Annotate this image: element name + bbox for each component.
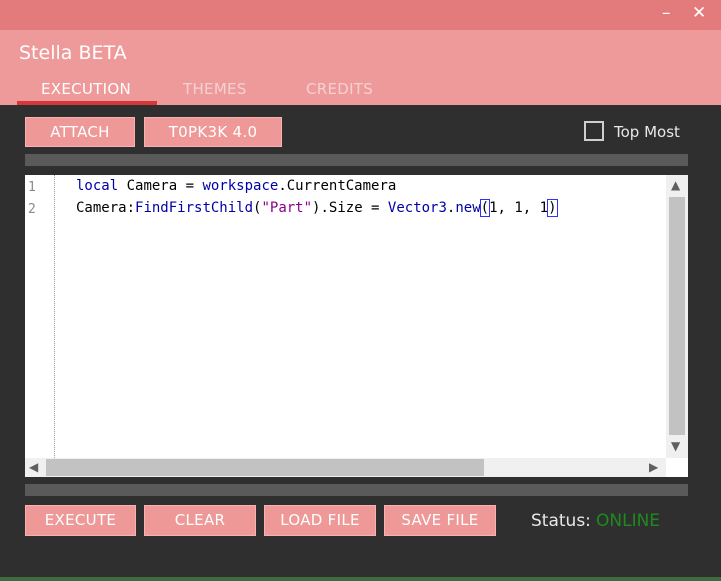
code-token: "Part": [261, 200, 313, 216]
line-number: 2: [28, 202, 36, 217]
tab-execution[interactable]: EXECUTION: [41, 80, 131, 98]
bottom-edge-strip: [0, 577, 721, 581]
code-token: new: [455, 200, 481, 216]
horizontal-scroll-thumb[interactable]: [46, 459, 484, 476]
execute-button[interactable]: EXECUTE: [25, 505, 136, 536]
app-header: Stella BETA EXECUTION THEMES CREDITS: [0, 30, 721, 105]
scroll-left-icon[interactable]: ◀: [29, 460, 38, 474]
tab-credits[interactable]: CREDITS: [306, 80, 373, 98]
app-title: Stella BETA: [19, 42, 127, 64]
save-file-button[interactable]: SAVE FILE: [384, 505, 496, 536]
topmost-checkbox[interactable]: [584, 121, 604, 141]
scroll-right-icon[interactable]: ▶: [649, 460, 658, 474]
status-label: Status:: [531, 511, 591, 531]
code-token: Vector3: [387, 200, 447, 216]
code-token: FindFirstChild: [135, 200, 254, 216]
code-editor[interactable]: 1 2 local Camera = workspace.CurrentCame…: [25, 175, 688, 477]
topk3k-button[interactable]: T0PK3K 4.0: [144, 117, 282, 147]
line-number: 1: [28, 180, 36, 195]
horizontal-scrollbar[interactable]: ◀ ▶: [25, 458, 666, 477]
code-token: workspace: [202, 178, 279, 194]
code-token: ).Size =: [312, 200, 388, 216]
minimize-button[interactable]: –: [662, 3, 671, 23]
scroll-up-icon[interactable]: ▲: [671, 178, 680, 192]
code-token: .CurrentCamera: [278, 178, 397, 194]
code-token: 1, 1, 1: [489, 200, 549, 216]
load-file-button[interactable]: LOAD FILE: [264, 505, 376, 536]
gutter-separator: [54, 175, 55, 458]
vertical-scroll-thumb[interactable]: [669, 197, 685, 435]
code-line-2[interactable]: Camera:FindFirstChild ( "Part").Size = Vec…: [76, 199, 558, 217]
tab-themes[interactable]: THEMES: [183, 80, 247, 98]
close-button[interactable]: ✕: [692, 3, 706, 23]
bracket-highlight: (: [479, 199, 491, 217]
bottom-divider-bar: [25, 484, 688, 496]
vertical-scrollbar[interactable]: ▲ ▼: [666, 175, 688, 458]
attach-button[interactable]: ATTACH: [25, 117, 135, 147]
code-token: Camera =: [118, 178, 203, 194]
scroll-down-icon[interactable]: ▼: [671, 439, 680, 453]
line-number-gutter: 1 2: [25, 175, 53, 458]
topmost-label: Top Most: [614, 123, 680, 141]
code-token: local: [76, 178, 119, 194]
bracket-highlight: ): [547, 199, 558, 217]
scrollbar-corner: [666, 458, 688, 477]
window-titlebar: – ✕: [0, 0, 721, 30]
top-divider-bar: [25, 154, 688, 166]
status-value: ONLINE: [596, 511, 661, 531]
code-token: Camera:: [76, 200, 136, 216]
code-line-1[interactable]: local Camera = workspace.CurrentCamera: [76, 178, 396, 194]
clear-button[interactable]: CLEAR: [144, 505, 256, 536]
